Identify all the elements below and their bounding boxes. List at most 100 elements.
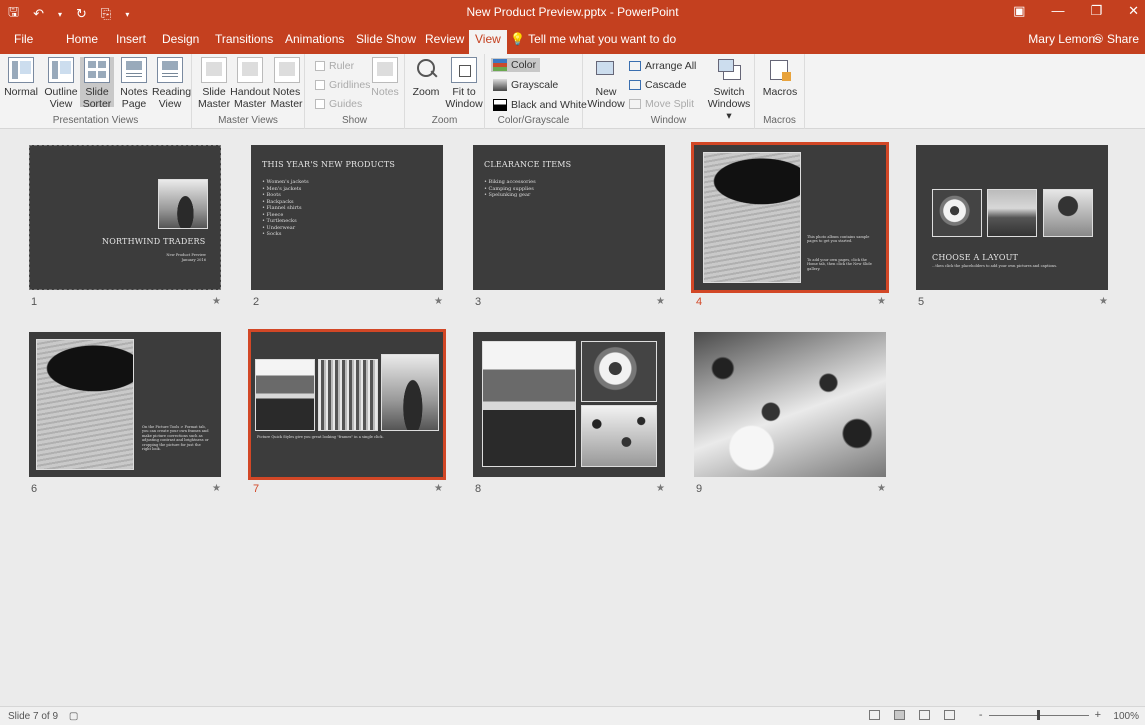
- slide-thumbnail-5[interactable]: CHOOSE A LAYOUT ...then click the placeh…: [916, 145, 1116, 308]
- slide-thumbnail-1[interactable]: NORTHWIND TRADERS New Product Preview Ja…: [29, 145, 229, 308]
- guides-checkbox[interactable]: Guides: [315, 98, 362, 110]
- handout-master-button[interactable]: Handout Master: [230, 57, 270, 110]
- fit-label-1: Fit to: [452, 86, 476, 98]
- share-button[interactable]: ⚇ Share: [1093, 32, 1139, 46]
- animation-star-icon[interactable]: ★: [877, 483, 886, 494]
- slide-number: 4: [696, 296, 703, 308]
- zoom-button[interactable]: Zoom: [411, 57, 441, 98]
- tab-insert[interactable]: Insert: [116, 32, 146, 46]
- reading-view-icon[interactable]: [919, 710, 930, 720]
- zoom-in-button[interactable]: +: [1095, 709, 1101, 721]
- notes-page-label-1: Notes: [120, 86, 148, 98]
- animation-star-icon[interactable]: ★: [877, 296, 886, 307]
- tab-review[interactable]: Review: [425, 32, 464, 46]
- tab-view[interactable]: View: [469, 30, 507, 54]
- grayscale-swatch-icon: [493, 79, 507, 91]
- ruler-checkbox[interactable]: Ruler: [315, 60, 354, 72]
- ruler-label: Ruler: [329, 60, 355, 72]
- slide-9-canvas: [694, 332, 886, 477]
- animation-star-icon[interactable]: ★: [656, 483, 665, 494]
- animation-star-icon[interactable]: ★: [212, 296, 221, 307]
- flower-photo: [932, 189, 982, 237]
- normal-view-button[interactable]: Normal: [4, 57, 38, 98]
- notes-master-label-2: Master: [270, 98, 303, 110]
- slide-thumbnail-4[interactable]: This photo album contains sample pages t…: [691, 142, 894, 308]
- slide-thumbnail-6[interactable]: On the Picture Tools > Format tab, you c…: [29, 332, 229, 495]
- slide-sorter-icon[interactable]: [894, 710, 905, 720]
- animation-star-icon[interactable]: ★: [1099, 296, 1108, 307]
- new-window-button[interactable]: New Window: [587, 57, 625, 110]
- slide-master-label-2: Master: [198, 98, 231, 110]
- animation-star-icon[interactable]: ★: [212, 483, 221, 494]
- normal-view-icon[interactable]: [869, 710, 880, 720]
- slide-thumbnail-8[interactable]: 8 ★: [473, 332, 673, 495]
- slide-sorter-icon: [84, 57, 110, 83]
- group-presentation-views: Normal Outline View Slide Sorter Notes P…: [0, 54, 192, 129]
- zoom-slider[interactable]: - +: [979, 709, 1101, 721]
- notes-pane-button[interactable]: Notes: [369, 57, 401, 98]
- move-split-label: Move Split: [645, 98, 695, 110]
- group-window: New Window Arrange All Cascade Move Spli…: [583, 54, 755, 129]
- zoom-out-button[interactable]: -: [979, 709, 983, 721]
- tab-animations[interactable]: Animations: [285, 32, 344, 46]
- notes-page-button[interactable]: Notes Page: [118, 57, 150, 110]
- new-window-label-2: Window: [587, 98, 625, 110]
- slide-number: 1: [31, 296, 38, 308]
- minimize-icon[interactable]: —: [1051, 3, 1064, 19]
- animation-star-icon[interactable]: ★: [434, 296, 443, 307]
- notes-master-button[interactable]: Notes Master: [270, 57, 303, 110]
- slide-thumbnail-2[interactable]: THIS YEAR'S NEW PRODUCTS Women's jackets…: [251, 145, 451, 308]
- restore-icon[interactable]: ❐: [1090, 3, 1102, 19]
- cascade-button[interactable]: Cascade: [629, 79, 686, 91]
- slide-thumbnail-3[interactable]: CLEARANCE ITEMS Biking accessories Campi…: [473, 145, 673, 308]
- slide-master-button[interactable]: Slide Master: [198, 57, 230, 110]
- color-swatch-icon: [493, 59, 507, 71]
- switch-windows-button[interactable]: Switch Windows ▾: [707, 57, 751, 122]
- slide-1-date: January 2016: [181, 258, 206, 262]
- macros-button[interactable]: Macros: [761, 57, 799, 98]
- fit-to-window-button[interactable]: Fit to Window: [445, 57, 483, 110]
- reading-view-button[interactable]: Reading View: [152, 57, 191, 110]
- window-controls: ▣ — ❐ ✕: [1013, 3, 1139, 19]
- ribbon-display-options-icon[interactable]: ▣: [1013, 3, 1025, 19]
- group-master-views: Slide Master Handout Master Notes Master…: [192, 54, 305, 129]
- close-icon[interactable]: ✕: [1128, 3, 1139, 19]
- ribbon-tabs: File Home Insert Design Transitions Anim…: [0, 24, 1145, 54]
- rock-photo: [381, 354, 439, 431]
- animation-star-icon[interactable]: ★: [656, 296, 665, 307]
- bullet-item: Socks: [262, 231, 309, 238]
- tab-slide-show[interactable]: Slide Show: [356, 32, 416, 46]
- tab-transitions[interactable]: Transitions: [215, 32, 273, 46]
- slide-7-canvas: Picture Quick Styles give you great look…: [248, 329, 446, 480]
- move-split-button[interactable]: Move Split: [629, 98, 694, 110]
- spell-check-icon[interactable]: ▢: [69, 711, 78, 722]
- tab-file[interactable]: File: [14, 32, 33, 46]
- slide-thumbnail-9[interactable]: 9 ★: [694, 332, 894, 495]
- slide-1-subtitle: New Product Preview: [166, 253, 206, 257]
- slide-show-icon[interactable]: [944, 710, 955, 720]
- slide-thumbnail-7[interactable]: Picture Quick Styles give you great look…: [248, 329, 451, 495]
- zoom-track[interactable]: [988, 709, 1089, 720]
- tab-home[interactable]: Home: [66, 32, 98, 46]
- zoom-percent[interactable]: 100%: [1113, 711, 1139, 722]
- tab-design[interactable]: Design: [162, 32, 199, 46]
- share-label: Share: [1106, 32, 1139, 46]
- tell-me-box[interactable]: 💡 Tell me what you want to do: [510, 32, 676, 46]
- user-name[interactable]: Mary Lemons: [1028, 32, 1101, 46]
- gridlines-checkbox[interactable]: Gridlines: [315, 79, 370, 91]
- slide-5-caption: ...then click the placeholders to add yo…: [932, 264, 1058, 268]
- black-and-white-button[interactable]: Black and White: [493, 99, 587, 111]
- slide-8-canvas: [473, 332, 665, 477]
- slide-sorter-button[interactable]: Slide Sorter: [80, 57, 114, 110]
- animation-star-icon[interactable]: ★: [434, 483, 443, 494]
- zoom-thumb[interactable]: [1036, 709, 1040, 720]
- bullet-item: Flannel shirts: [262, 205, 309, 212]
- slide-number: 5: [918, 296, 925, 308]
- slide-sorter-label-2: Sorter: [82, 98, 112, 110]
- grayscale-button[interactable]: Grayscale: [493, 79, 558, 91]
- slide-master-label-1: Slide: [202, 86, 226, 98]
- rock-photo: [158, 179, 208, 229]
- color-button[interactable]: Color: [491, 58, 541, 72]
- outline-view-button[interactable]: Outline View: [44, 57, 78, 110]
- arrange-all-button[interactable]: Arrange All: [629, 60, 696, 72]
